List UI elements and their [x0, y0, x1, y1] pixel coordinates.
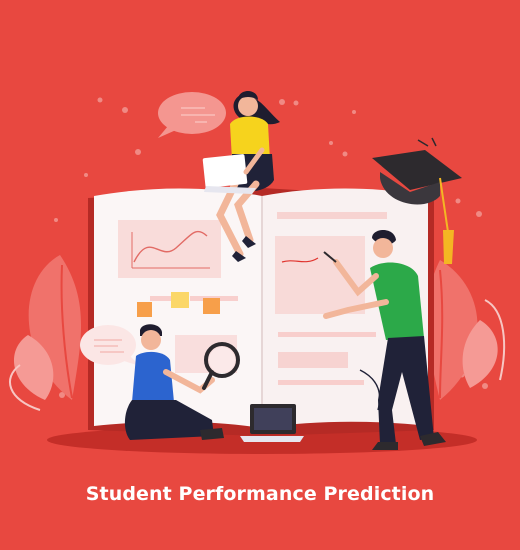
page-title: Student Performance Prediction [85, 483, 435, 505]
hero-banner: Student Performance Prediction [0, 0, 520, 550]
sticky-note [137, 302, 152, 317]
sticky-note [171, 292, 189, 308]
sticky-note [203, 298, 220, 314]
education-illustration [0, 0, 520, 550]
